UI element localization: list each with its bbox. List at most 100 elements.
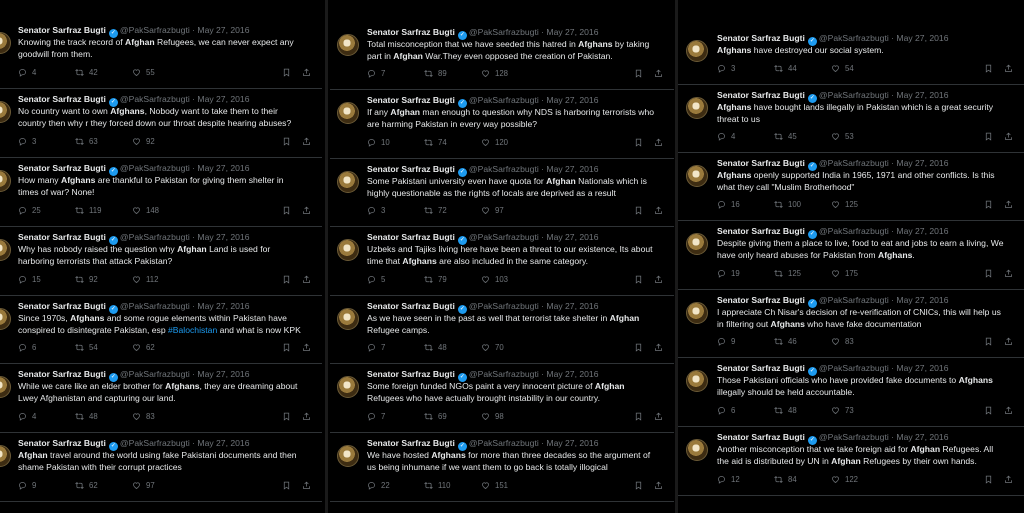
share-button[interactable] [302,343,311,352]
bookmark-button[interactable] [282,275,291,284]
author-name[interactable]: Senator Sarfraz Bugti [367,27,455,37]
retweet-button[interactable]: 42 [75,68,98,77]
like-button[interactable]: 73 [831,406,854,415]
retweet-button[interactable]: 84 [774,475,797,484]
avatar[interactable] [686,370,708,392]
like-button[interactable]: 92 [132,137,155,146]
avatar[interactable] [337,445,359,467]
bookmark-button[interactable] [634,343,643,352]
author-name[interactable]: Senator Sarfraz Bugti [18,232,106,242]
bookmark-button[interactable] [984,200,993,209]
reply-button[interactable]: 3 [717,64,735,73]
bookmark-button[interactable] [984,406,993,415]
avatar[interactable] [686,439,708,461]
author-handle[interactable]: @PakSarfrazbugti [469,164,539,174]
bookmark-button[interactable] [634,69,643,78]
like-button[interactable]: 122 [831,475,858,484]
bookmark-button[interactable] [282,137,291,146]
tweet-date[interactable]: May 27, 2016 [896,295,948,305]
author-name[interactable]: Senator Sarfraz Bugti [717,226,805,236]
author-handle[interactable]: @PakSarfrazbugti [120,438,190,448]
like-button[interactable]: 120 [481,138,508,147]
tweet[interactable]: Senator Sarfraz Bugti ✓ @PakSarfrazbugti ·… [330,433,674,502]
author-name[interactable]: Senator Sarfraz Bugti [367,369,455,379]
like-button[interactable]: 103 [481,275,508,284]
reply-button[interactable]: 4 [18,68,36,77]
reply-button[interactable]: 6 [717,406,735,415]
share-button[interactable] [302,137,311,146]
author-handle[interactable]: @PakSarfrazbugti [469,27,539,37]
reply-button[interactable]: 3 [367,206,385,215]
author-name[interactable]: Senator Sarfraz Bugti [717,90,805,100]
reply-button[interactable]: 9 [717,337,735,346]
bookmark-button[interactable] [984,475,993,484]
author-handle[interactable]: @PakSarfrazbugti [819,363,889,373]
author-handle[interactable]: @PakSarfrazbugti [120,232,190,242]
author-name[interactable]: Senator Sarfraz Bugti [18,25,106,35]
tweet-date[interactable]: May 27, 2016 [896,432,948,442]
tweet[interactable]: Senator Sarfraz Bugti ✓ @PakSarfrazbugti ·… [678,427,1024,496]
like-button[interactable]: 97 [481,206,504,215]
share-button[interactable] [1004,132,1013,141]
tweet[interactable]: Senator Sarfraz Bugti ✓ @PakSarfrazbugti ·… [330,227,674,296]
author-handle[interactable]: @PakSarfrazbugti [120,25,190,35]
tweet-date[interactable]: May 27, 2016 [546,301,598,311]
hashtag-link[interactable]: #Balochistan [168,325,217,335]
author-name[interactable]: Senator Sarfraz Bugti [717,363,805,373]
share-button[interactable] [1004,64,1013,73]
share-button[interactable] [1004,269,1013,278]
tweet[interactable]: Senator Sarfraz Bugti ✓ @PakSarfrazbugti ·… [678,153,1024,221]
like-button[interactable]: 128 [481,69,508,78]
retweet-button[interactable]: 89 [424,69,447,78]
retweet-button[interactable]: 100 [774,200,801,209]
reply-button[interactable]: 19 [717,269,740,278]
tweet[interactable]: Senator Sarfraz Bugti ✓ @PakSarfrazbugti ·… [678,85,1024,153]
tweet-date[interactable]: May 27, 2016 [896,363,948,373]
like-button[interactable]: 125 [831,200,858,209]
share-button[interactable] [654,275,663,284]
retweet-button[interactable]: 45 [774,132,797,141]
author-handle[interactable]: @PakSarfrazbugti [120,163,190,173]
author-handle[interactable]: @PakSarfrazbugti [469,232,539,242]
tweet[interactable]: Senator Sarfraz Bugti ✓ @PakSarfrazbugti ·… [330,159,674,227]
author-handle[interactable]: @PakSarfrazbugti [469,369,539,379]
bookmark-button[interactable] [984,337,993,346]
retweet-button[interactable]: 119 [75,206,101,215]
tweet-date[interactable]: May 27, 2016 [546,369,598,379]
author-name[interactable]: Senator Sarfraz Bugti [18,163,106,173]
author-name[interactable]: Senator Sarfraz Bugti [367,438,455,448]
reply-button[interactable]: 9 [18,481,36,490]
share-button[interactable] [302,481,311,490]
retweet-button[interactable]: 63 [75,137,98,146]
author-name[interactable]: Senator Sarfraz Bugti [18,301,106,311]
author-name[interactable]: Senator Sarfraz Bugti [717,158,805,168]
avatar[interactable] [337,239,359,261]
tweet-date[interactable]: May 27, 2016 [546,27,598,37]
reply-button[interactable]: 6 [18,343,36,352]
avatar[interactable] [686,40,708,62]
author-handle[interactable]: @PakSarfrazbugti [120,94,190,104]
tweet-date[interactable]: May 27, 2016 [197,163,249,173]
reply-button[interactable]: 10 [367,138,390,147]
author-name[interactable]: Senator Sarfraz Bugti [717,33,805,43]
bookmark-button[interactable] [634,206,643,215]
reply-button[interactable]: 12 [717,475,740,484]
author-handle[interactable]: @PakSarfrazbugti [819,432,889,442]
tweet[interactable]: Senator Sarfraz Bugti ✓ @PakSarfrazbugti ·… [330,90,674,159]
reply-button[interactable]: 22 [367,481,390,490]
retweet-button[interactable]: 44 [774,64,797,73]
author-name[interactable]: Senator Sarfraz Bugti [18,94,106,104]
tweet[interactable]: Senator Sarfraz Bugti ✓ @PakSarfrazbugti ·… [0,20,322,89]
bookmark-button[interactable] [984,132,993,141]
share-button[interactable] [654,138,663,147]
share-button[interactable] [302,412,311,421]
share-button[interactable] [1004,337,1013,346]
tweet[interactable]: Senator Sarfraz Bugti ✓ @PakSarfrazbugti ·… [0,158,322,227]
tweet-date[interactable]: May 27, 2016 [197,94,249,104]
avatar[interactable] [0,32,11,54]
author-handle[interactable]: @PakSarfrazbugti [819,226,889,236]
tweet-date[interactable]: May 27, 2016 [896,226,948,236]
avatar[interactable] [686,165,708,187]
author-handle[interactable]: @PakSarfrazbugti [120,301,190,311]
reply-button[interactable]: 25 [18,206,41,215]
